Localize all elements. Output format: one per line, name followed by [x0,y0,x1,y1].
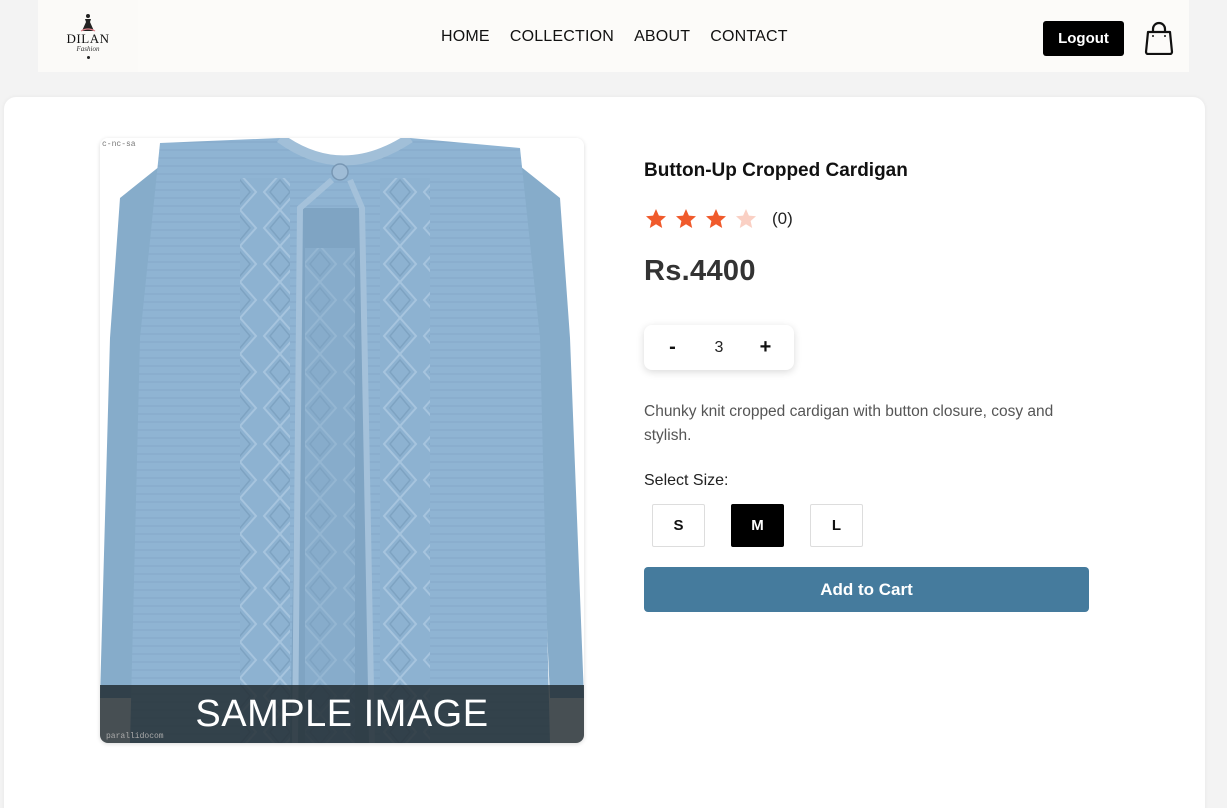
size-label: Select Size: [644,472,729,489]
review-count: (0) [772,209,793,228]
logo-subtitle: Fashion [76,45,100,53]
site-header: DILAN Fashion HOME COLLECTION ABOUT CONT… [0,0,1227,86]
watermark-bottom: parallidocom [106,732,164,741]
sample-image-banner: SAMPLE IMAGE [100,685,584,743]
brand-logo[interactable]: DILAN Fashion [38,0,138,72]
logo-name: DILAN [66,31,110,46]
add-to-cart-button[interactable]: Add to Cart [644,567,1089,612]
watermark-top: c-nc-sa [102,140,136,149]
star-icon [706,209,726,228]
dress-logo-icon [80,14,96,32]
size-option-m[interactable]: M [731,504,784,547]
star-empty-icon [736,209,756,228]
increment-button[interactable]: + [750,336,780,359]
nav-contact[interactable]: CONTACT [710,28,788,46]
product-price: Rs.4400 [644,255,756,287]
shopping-bag-icon[interactable] [1143,21,1175,55]
sample-banner-text: SAMPLE IMAGE [195,692,489,735]
star-icon [646,209,666,228]
quantity-stepper: - 3 + [644,325,794,370]
rating: (0) [644,207,793,231]
quantity-value: 3 [714,338,724,356]
decrement-button[interactable]: - [658,336,688,359]
nav-collection[interactable]: COLLECTION [510,28,614,46]
product-description: Chunky knit cropped cardigan with button… [644,403,1054,444]
star-icon [676,209,696,228]
logout-button[interactable]: Logout [1043,21,1124,56]
nav-about[interactable]: ABOUT [634,28,690,46]
logo-dot [86,56,90,59]
nav-home[interactable]: HOME [441,28,490,46]
product-title: Button-Up Cropped Cardigan [644,160,908,181]
size-option-s[interactable]: S [652,504,705,547]
main-nav: HOME COLLECTION ABOUT CONTACT [441,28,788,46]
size-options: S M L [652,504,863,547]
cardigan-illustration [100,138,584,743]
size-option-l[interactable]: L [810,504,863,547]
product-image: c-nc-sa SAMPLE IMAGE parallidocom [100,138,584,743]
